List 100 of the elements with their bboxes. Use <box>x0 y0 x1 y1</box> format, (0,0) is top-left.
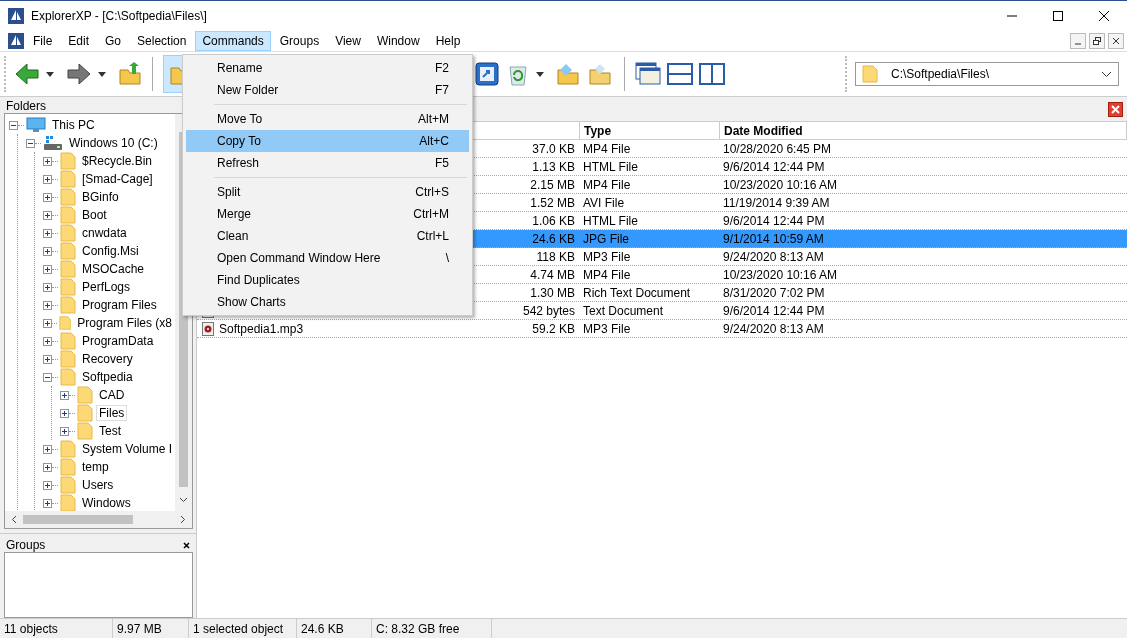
file-size: 1.06 KB <box>532 213 575 228</box>
tree-item[interactable]: Program Files (x8 <box>74 315 175 331</box>
chevron-left-icon[interactable] <box>11 515 17 524</box>
expand-toggle[interactable] <box>43 192 52 202</box>
expand-toggle[interactable] <box>43 462 52 472</box>
cascade-windows-icon[interactable] <box>635 62 661 86</box>
chevron-right-icon[interactable] <box>180 515 186 524</box>
file-type: Rich Text Document <box>582 285 692 300</box>
file-date: 9/1/2014 10:59 AM <box>722 231 825 246</box>
tree-item[interactable]: Test <box>96 423 124 439</box>
menu-item[interactable]: Rename F2 <box>186 57 469 79</box>
expand-toggle[interactable] <box>43 444 52 454</box>
tree-item[interactable]: ProgramData <box>79 333 157 349</box>
folder-up-icon[interactable] <box>118 62 142 86</box>
window-title: ExplorerXP - [C:\Softpedia\Files\] <box>31 8 207 23</box>
tree-item[interactable]: System Volume I <box>78 441 175 457</box>
expand-toggle[interactable] <box>43 282 52 292</box>
close-icon[interactable] <box>1108 101 1123 117</box>
expand-toggle[interactable] <box>43 480 52 490</box>
collapse-toggle[interactable] <box>43 372 52 382</box>
split-vertical-icon[interactable] <box>699 63 725 85</box>
file-size: 37.0 KB <box>532 141 575 156</box>
tree-item[interactable]: Windows 10 (C:) <box>66 135 161 151</box>
tree-item[interactable]: Program Files <box>79 297 160 313</box>
expand-toggle[interactable] <box>43 354 52 364</box>
menu-item[interactable]: Edit <box>61 30 97 51</box>
menu-item[interactable]: Go <box>98 30 129 51</box>
maximize-icon[interactable] <box>1053 10 1063 21</box>
expand-toggle[interactable] <box>43 300 52 310</box>
folder-icon <box>60 476 76 494</box>
address-field[interactable]: C:\Softpedia\Files\ <box>855 62 1119 86</box>
collapse-toggle[interactable] <box>26 138 35 148</box>
menu-item[interactable]: Move To Alt+M <box>186 108 469 130</box>
horizontal-scrollbar[interactable] <box>5 511 192 528</box>
file-type: MP3 File <box>582 321 632 336</box>
menu-item[interactable]: Copy To Alt+C <box>186 130 469 152</box>
folder-icon <box>60 260 76 278</box>
tree-item[interactable]: CAD <box>96 387 128 403</box>
back-arrow-icon[interactable] <box>14 62 40 86</box>
menu-item[interactable]: New Folder F7 <box>186 79 469 101</box>
dropdown-icon[interactable] <box>46 71 54 77</box>
folder-icon <box>77 404 93 422</box>
chevron-down-icon[interactable] <box>1101 70 1112 78</box>
menu-item[interactable]: Selection <box>130 30 194 51</box>
file-row[interactable]: Softpedia1.mp3 59.2 KB MP3 File 9/24/2020 8:13 AM <box>197 320 1127 338</box>
close-icon[interactable] <box>1099 10 1109 21</box>
expand-toggle[interactable] <box>43 336 52 346</box>
export-icon[interactable] <box>474 61 500 87</box>
close-button[interactable] <box>1108 32 1124 49</box>
collapse-toggle[interactable] <box>9 120 18 130</box>
tree-item[interactable]: Boot <box>79 207 110 223</box>
expand-toggle[interactable] <box>43 156 52 166</box>
expand-toggle[interactable] <box>43 210 52 220</box>
file-type: Text Document <box>582 303 665 318</box>
file-type: MP3 File <box>582 249 632 264</box>
dropdown-icon[interactable] <box>536 71 544 77</box>
tree-item[interactable]: Softpedia <box>79 369 136 385</box>
tree-item[interactable]: Files <box>96 405 128 421</box>
tree-item[interactable]: [Smad-Cage] <box>79 171 156 187</box>
expand-toggle[interactable] <box>60 390 69 400</box>
column-header[interactable]: Type <box>580 122 720 139</box>
close-icon[interactable] <box>183 541 190 549</box>
tree-item[interactable]: cnwdata <box>79 225 130 241</box>
pane-title: Groups <box>6 538 46 553</box>
tree-item[interactable]: Users <box>79 477 117 493</box>
tree-item[interactable]: MSOCache <box>79 261 148 277</box>
column-header[interactable]: Date Modified <box>720 122 1127 139</box>
tree-item[interactable]: Recovery <box>79 351 136 367</box>
tree-item[interactable]: $Recycle.Bin <box>79 153 156 169</box>
expand-toggle[interactable] <box>43 264 52 274</box>
sailboat-icon[interactable] <box>8 32 24 49</box>
split-horizontal-icon[interactable] <box>667 63 693 85</box>
expand-toggle[interactable] <box>60 408 69 418</box>
menu-item[interactable]: Help <box>428 30 468 51</box>
tree-item[interactable]: PerfLogs <box>79 279 134 295</box>
tree-item[interactable]: Windows <box>79 495 134 511</box>
menu-item[interactable]: Window <box>369 30 427 51</box>
expand-toggle[interactable] <box>60 426 69 436</box>
tree-item[interactable]: This PC <box>49 117 98 133</box>
menu-item[interactable]: View <box>328 30 368 51</box>
file-type: AVI File <box>582 195 626 210</box>
tree-item[interactable]: Config.Msi <box>79 243 142 259</box>
monitor-icon <box>26 117 46 133</box>
tree-item[interactable]: temp <box>79 459 112 475</box>
expand-toggle[interactable] <box>43 228 52 238</box>
expand-toggle[interactable] <box>43 318 52 328</box>
file-type: MP4 File <box>582 177 632 192</box>
expand-toggle[interactable] <box>43 498 52 508</box>
restore-button[interactable] <box>1089 32 1105 49</box>
menu-item[interactable]: File <box>26 30 60 51</box>
forward-arrow-icon[interactable] <box>66 62 92 86</box>
expand-toggle[interactable] <box>43 174 52 184</box>
expand-toggle[interactable] <box>43 246 52 256</box>
dropdown-icon[interactable] <box>98 71 106 77</box>
drive-icon <box>43 135 63 151</box>
chevron-down-icon[interactable] <box>179 497 188 503</box>
audio-file-icon <box>202 321 214 336</box>
tree-item[interactable]: BGinfo <box>79 189 122 205</box>
menu-item[interactable]: Commands <box>195 30 271 51</box>
menu-item[interactable]: Groups <box>272 30 327 51</box>
